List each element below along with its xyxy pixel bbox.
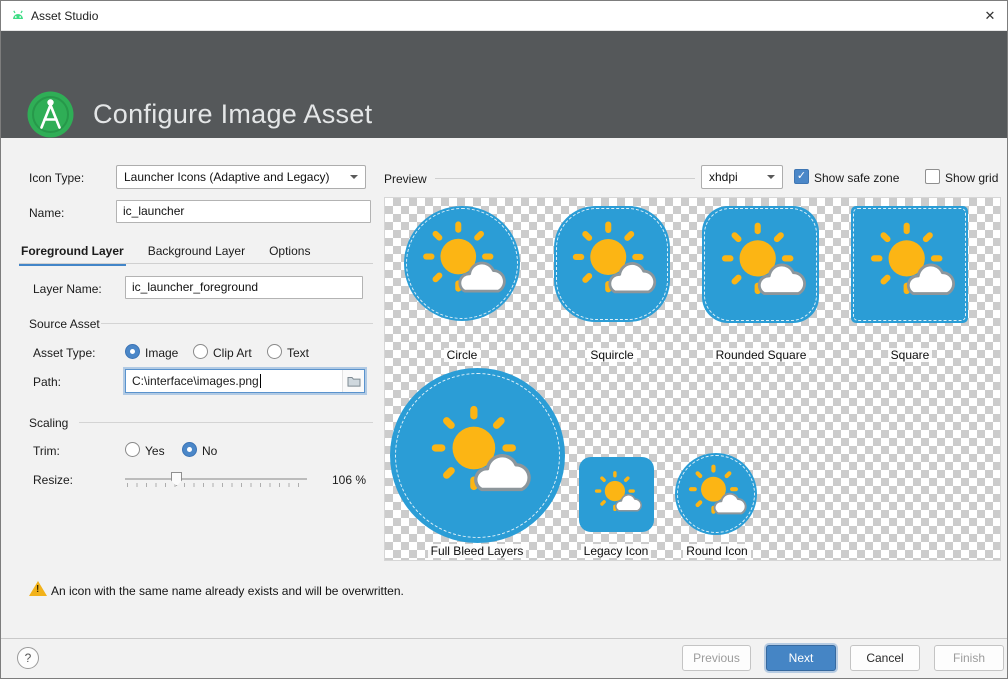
layer-name-label: Layer Name: — [33, 282, 102, 296]
preview-tile-rounded-square — [702, 206, 819, 323]
preview-tile-square — [851, 206, 968, 323]
source-asset-group-label: Source Asset — [29, 317, 100, 331]
asset-type-text-label: Text — [287, 346, 309, 360]
android-studio-logo-icon — [27, 91, 74, 138]
close-icon[interactable]: ✕ — [973, 1, 1007, 31]
source-asset-divider — [101, 323, 373, 324]
show-grid-label: Show grid — [945, 171, 998, 185]
tile-label-squircle: Squircle — [547, 348, 677, 362]
asset-type-radio-clipart[interactable] — [193, 344, 208, 359]
folder-icon — [347, 375, 361, 387]
layer-name-value: ic_launcher_foreground — [132, 280, 258, 294]
trim-no-label: No — [202, 444, 217, 458]
preview-tile-full-bleed — [390, 368, 565, 543]
help-button[interactable]: ? — [17, 647, 39, 669]
sun-cloud-art — [407, 209, 516, 317]
layer-name-input[interactable]: ic_launcher_foreground — [125, 276, 363, 299]
warning-text: An icon with the same name already exist… — [51, 584, 404, 598]
tile-label-full-bleed: Full Bleed Layers — [412, 544, 542, 558]
preview-tile-round — [675, 453, 757, 535]
preview-label: Preview — [384, 172, 427, 186]
path-label: Path: — [33, 375, 61, 389]
asset-type-label: Asset Type: — [33, 346, 95, 360]
path-value: C:\interface\images.png — [126, 374, 259, 388]
text-caret — [260, 374, 261, 388]
density-value: xhdpi — [709, 170, 738, 184]
trim-radio-no[interactable] — [182, 442, 197, 457]
icon-type-select[interactable]: Launcher Icons (Adaptive and Legacy) — [116, 165, 366, 189]
asset-type-radio-text[interactable] — [267, 344, 282, 359]
tile-label-square: Square — [845, 348, 975, 362]
scaling-divider — [79, 422, 373, 423]
density-select[interactable]: xhdpi — [701, 165, 783, 189]
slider-ticks — [127, 483, 307, 487]
resize-slider[interactable] — [125, 471, 307, 491]
trim-label: Trim: — [33, 444, 60, 458]
next-button[interactable]: Next — [766, 645, 836, 671]
resize-label: Resize: — [33, 473, 73, 487]
sun-cloud-art — [413, 391, 543, 521]
browse-folder-button[interactable] — [342, 370, 364, 392]
resize-value: 106 % — [332, 473, 366, 487]
trim-radio-yes[interactable] — [125, 442, 140, 457]
tabs-divider — [19, 263, 373, 264]
sun-cloud-art — [855, 210, 965, 320]
window-title: Asset Studio — [31, 1, 98, 31]
warning-exclamation: ! — [36, 584, 39, 595]
android-icon — [10, 8, 26, 24]
finish-button[interactable]: Finish — [934, 645, 1004, 671]
previous-button[interactable]: Previous — [682, 645, 751, 671]
footer: ? Previous Next Cancel Finish — [1, 639, 1007, 679]
tab-options[interactable]: Options — [269, 240, 310, 264]
show-safe-zone-label: Show safe zone — [814, 171, 899, 185]
show-safe-zone-checkbox[interactable] — [794, 169, 809, 184]
icon-type-value: Launcher Icons (Adaptive and Legacy) — [124, 170, 329, 184]
sun-cloud-art — [557, 209, 666, 318]
show-grid-checkbox[interactable] — [925, 169, 940, 184]
trim-yes-label: Yes — [145, 444, 165, 458]
scaling-group-label: Scaling — [29, 416, 68, 430]
page-title: Configure Image Asset — [93, 99, 372, 130]
title-bar: Asset Studio ✕ — [1, 1, 1007, 31]
name-input[interactable]: ic_launcher — [116, 200, 371, 223]
slider-track — [125, 478, 307, 480]
tile-label-rounded-square: Rounded Square — [696, 348, 826, 362]
path-input[interactable]: C:\interface\images.png — [125, 369, 365, 393]
tab-foreground-layer[interactable]: Foreground Layer — [21, 240, 124, 264]
asset-type-radio-image[interactable] — [125, 344, 140, 359]
sun-cloud-art — [706, 210, 816, 320]
preview-panel: Circle Squircle Rounded Square Square Fu… — [384, 197, 1001, 561]
asset-type-clipart-label: Clip Art — [213, 346, 252, 360]
tile-label-circle: Circle — [397, 348, 527, 362]
preview-tile-legacy — [579, 457, 654, 532]
cancel-button[interactable]: Cancel — [850, 645, 920, 671]
header-banner: Configure Image Asset — [1, 31, 1007, 138]
sun-cloud-art — [678, 456, 753, 531]
sun-cloud-art — [586, 464, 648, 526]
name-value: ic_launcher — [123, 204, 184, 218]
preview-divider — [435, 178, 695, 179]
preview-tile-circle — [404, 206, 520, 321]
name-label: Name: — [29, 206, 64, 220]
icon-type-label: Icon Type: — [29, 171, 84, 185]
tile-label-round: Round Icon — [652, 544, 782, 558]
layer-tabs: Foreground Layer Background Layer Option… — [21, 240, 310, 264]
tab-background-layer[interactable]: Background Layer — [148, 240, 245, 264]
asset-type-image-label: Image — [145, 346, 178, 360]
preview-tile-squircle — [554, 206, 670, 322]
asset-studio-dialog: Asset Studio ✕ Configure Image Asset Ico… — [0, 0, 1008, 679]
